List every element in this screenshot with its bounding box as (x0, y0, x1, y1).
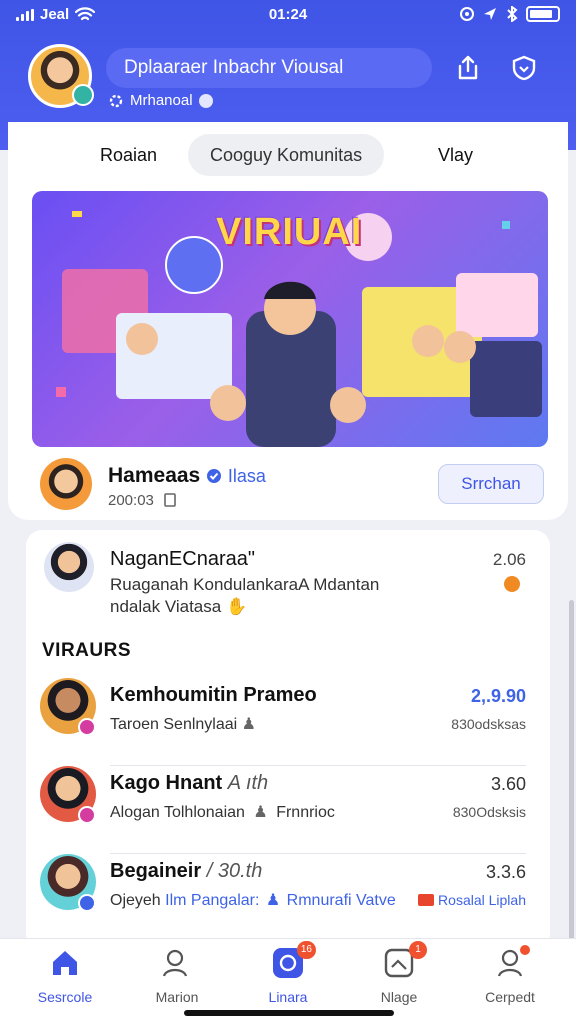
list-item-meta: 830odsksas (451, 716, 526, 732)
nav-item-account[interactable]: Cerpedt (455, 945, 565, 1007)
tab-vlay[interactable]: Vlay (438, 134, 473, 176)
record-icon: 16 (272, 941, 316, 979)
list-item-value: 2,.9.90 (470, 686, 526, 706)
list-item-name-extra: A ıth (227, 772, 269, 794)
banner-image[interactable]: VIRIUAI (32, 191, 548, 447)
nav-badge: 1 (409, 941, 427, 959)
nav-label: Cerpedt (485, 989, 535, 1005)
tag-icon (418, 894, 435, 906)
battery-icon (526, 6, 560, 22)
list-item-name-text: Begaineir (110, 860, 202, 882)
home-icon (49, 947, 81, 979)
post-text: Ruaganah KondulankaraA Mdantan ndalak Vi… (110, 574, 430, 618)
banner-title: VIRIUAI (216, 211, 363, 253)
nav-label: Nlage (380, 989, 418, 1005)
owner-sub: 200:03 (108, 492, 176, 509)
list-item-sub-text: Ojeyeh (110, 892, 161, 909)
follow-button[interactable]: Srrchan (438, 464, 544, 504)
owner-name: Hameaas Ilasa (108, 464, 266, 488)
verified-badge-icon (78, 894, 96, 912)
nav-item-live[interactable]: 16 Linara (233, 941, 343, 1007)
list-item[interactable]: Begaineir / 30.th Ojeyeh Ilm Pangalar: ♟… (26, 854, 550, 942)
list-item-sub: Alogan Tolhlonaian ♟ Frnnrioc (110, 802, 335, 822)
nav-label: Linara (268, 989, 308, 1005)
home-indicator[interactable] (184, 1010, 394, 1016)
list-item-value: 3.3.6 (485, 862, 526, 882)
document-icon (164, 493, 176, 507)
list-item-sub-text: Alogan Tolhlonaian (110, 804, 245, 821)
list-item-sub-extra[interactable]: Rmnurafi Vatve (287, 892, 396, 909)
info-icon (198, 93, 213, 108)
account-icon (494, 945, 530, 979)
gear-icon (109, 94, 123, 107)
list-item-name-text: Kago Hnant (110, 772, 223, 794)
share-icon[interactable] (454, 54, 482, 82)
alarm-icon (460, 7, 474, 21)
list-item-sub: Ojeyeh Ilm Pangalar: ♟ Rmnurafi Vatve (110, 890, 396, 910)
list-item-sub-blue[interactable]: Ilm Pangalar: (165, 892, 259, 909)
list-item-name: Kago Hnant A ıth (110, 772, 268, 795)
owner-tag: Ilasa (227, 466, 266, 486)
scrollbar[interactable] (569, 600, 574, 940)
nav-badge: 16 (296, 941, 316, 959)
owner-avatar[interactable] (40, 458, 92, 510)
bluetooth-icon (507, 6, 518, 22)
notification-dot-icon (504, 576, 520, 592)
users-icon: ♟ (253, 804, 268, 821)
sub-label-text: Mrhanoal (130, 92, 193, 109)
nav-label: Marion (155, 989, 199, 1005)
tab-bar: Roaian Cooguy Komunitas Vlay (8, 134, 568, 178)
list-item-meta: 830Odsksis (452, 804, 526, 820)
featured-card: Roaian Cooguy Komunitas Vlay VIRIUAI Ham… (8, 122, 568, 520)
tab-komunitas[interactable]: Cooguy Komunitas (188, 134, 385, 176)
person-icon (161, 947, 193, 979)
notification-dot-icon (520, 945, 530, 955)
header-sub-label[interactable]: Mrhanoal (108, 92, 213, 109)
list-item-sub-extra: Frnnrioc (276, 804, 335, 821)
list-item-meta[interactable]: Rosalal Liplah (418, 892, 526, 908)
nav-label: Sesrcole (37, 989, 93, 1005)
list-item-name: Kemhoumitin Prameo (110, 684, 317, 707)
list-item-name: Begaineir / 30.th (110, 860, 262, 883)
owner-name-text: Hameaas (108, 464, 201, 487)
list-item[interactable]: Kago Hnant A ıth Alogan Tolhlonaian ♟ Fr… (26, 766, 550, 854)
user-icon: ♟ (241, 716, 256, 733)
shield-icon[interactable] (510, 54, 538, 82)
person-icon: ♟ (265, 892, 281, 909)
section-title: VIRAURS (42, 640, 132, 661)
owner-row[interactable]: Hameaas Ilasa 200:03 Srrchan (40, 458, 550, 514)
status-badge-icon (78, 806, 96, 824)
post-time: 2.06 (492, 550, 526, 569)
list-item-sub: Taroen Senlnylaai ♟ (110, 714, 256, 734)
owner-sub-text: 200:03 (108, 492, 154, 509)
list-item-value: 3.60 (490, 774, 526, 794)
list-item-name-extra: / 30.th (206, 860, 263, 882)
list-item[interactable]: Kemhoumitin Prameo Taroen Senlnylaai ♟ 2… (26, 678, 550, 766)
tab-roaian[interactable]: Roaian (100, 134, 157, 176)
location-icon (484, 8, 496, 20)
list-item-meta-text: Rosalal Liplah (438, 892, 526, 908)
status-right (459, 6, 560, 22)
status-bar: Jeal 01:24 (0, 6, 576, 28)
content-list-card: NaganECnaraa" 2.06 Ruaganah Kondulankara… (26, 530, 550, 950)
nav-item-home[interactable]: Sesrcole (10, 947, 120, 1007)
list-item-name-text: Kemhoumitin Prameo (110, 684, 317, 706)
hand-emoji-icon: ✋ (225, 597, 248, 616)
list-item-sub-text: Taroen Senlnylaai (110, 716, 238, 733)
follow-label: Srrchan (461, 474, 521, 493)
nav-item-messages[interactable]: 1 Nlage (344, 941, 454, 1007)
post-author-avatar[interactable] (44, 542, 94, 592)
status-badge-icon (78, 718, 96, 736)
online-badge-icon (72, 84, 94, 106)
search-bar[interactable]: Dplaaraer Inbachr Viousal (106, 48, 432, 88)
image-icon: 1 (383, 941, 427, 979)
post-author-name[interactable]: NaganECnaraa" (110, 548, 255, 571)
nav-item-profile[interactable]: Marion (122, 947, 232, 1007)
verified-icon (207, 469, 222, 483)
